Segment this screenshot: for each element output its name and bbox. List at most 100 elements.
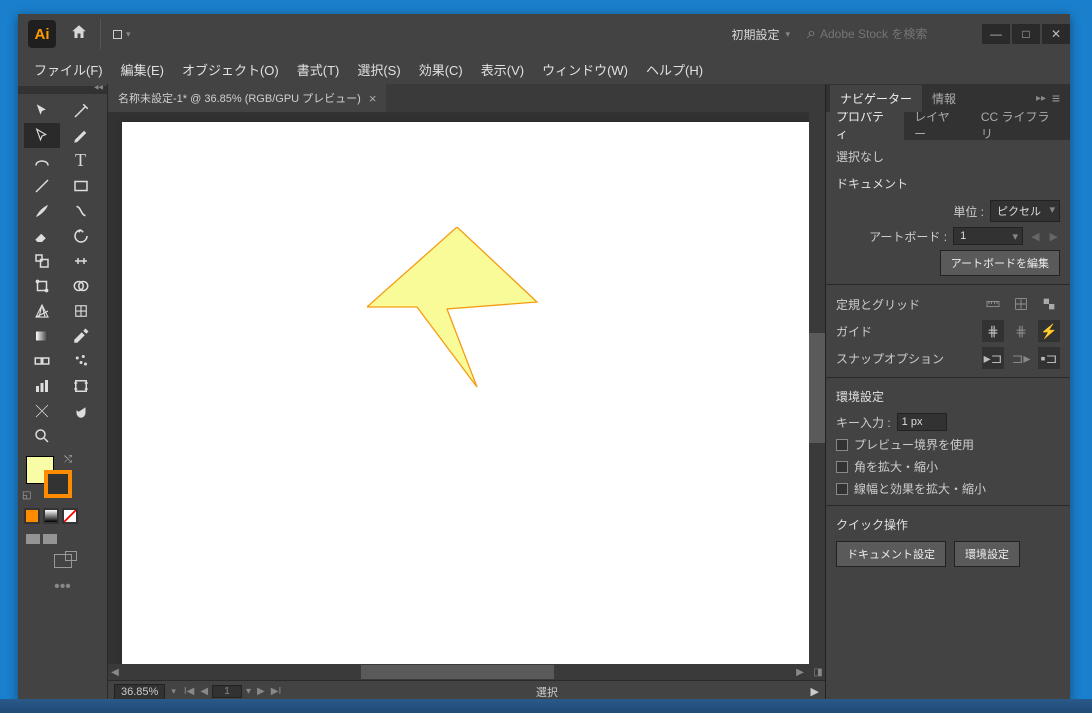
perspective-grid-tool[interactable] xyxy=(24,298,60,323)
edit-artboards-button[interactable]: アートボードを編集 xyxy=(940,250,1060,276)
ruler-icon[interactable] xyxy=(982,293,1004,315)
chk-scale-strokes[interactable]: 線幅と効果を拡大・縮小 xyxy=(836,480,1060,497)
color-mode-gradient[interactable] xyxy=(43,508,59,524)
units-select[interactable]: ピクセル xyxy=(990,200,1060,222)
color-mode-solid[interactable] xyxy=(24,508,40,524)
smart-guides-icon[interactable]: ⚡ xyxy=(1038,320,1060,342)
scale-tool[interactable] xyxy=(24,248,60,273)
guides-lock-icon[interactable]: ⋕ xyxy=(1010,320,1032,342)
horizontal-scrollbar[interactable]: ◀▶◨ xyxy=(108,664,825,680)
minimize-button[interactable]: — xyxy=(982,24,1010,44)
next-artboard-nav[interactable]: ▶ xyxy=(1048,230,1060,243)
screen-mode-icon-2[interactable] xyxy=(43,534,57,544)
menu-view[interactable]: 表示(V) xyxy=(473,56,532,83)
stock-search[interactable]: ⌕ xyxy=(800,21,980,47)
artboard-select[interactable]: 1 xyxy=(953,227,1023,245)
menu-help[interactable]: ヘルプ(H) xyxy=(638,56,711,83)
slice-tool[interactable] xyxy=(24,398,60,423)
close-tab-icon[interactable]: × xyxy=(369,91,377,106)
document-tab[interactable]: 名称未設定-1* @ 36.85% (RGB/GPU プレビュー) × xyxy=(108,84,386,112)
key-input-field[interactable] xyxy=(897,413,947,431)
fill-stroke-swatch[interactable]: ⤭ ◱ xyxy=(18,456,107,484)
eyedropper-tool[interactable] xyxy=(63,323,99,348)
hand-tool[interactable] xyxy=(63,398,99,423)
tab-info[interactable]: 情報 xyxy=(922,85,966,112)
zoom-dropdown-icon[interactable]: ▾ xyxy=(171,686,176,697)
chk-preview-bounds[interactable]: プレビュー境界を使用 xyxy=(836,436,1060,453)
artboard-number-input[interactable]: 1 xyxy=(212,685,242,698)
selection-tool[interactable] xyxy=(24,98,60,123)
grid-icon[interactable] xyxy=(1010,293,1032,315)
rectangle-tool[interactable] xyxy=(63,173,99,198)
chk-scale-corners[interactable]: 角を拡大・縮小 xyxy=(836,458,1060,475)
prev-artboard-icon[interactable]: ◀ xyxy=(198,686,210,697)
snap-grid-icon[interactable]: ⊐▸ xyxy=(1010,347,1032,369)
search-input[interactable] xyxy=(820,27,973,41)
blend-tool[interactable] xyxy=(24,348,60,373)
menu-object[interactable]: オブジェクト(O) xyxy=(174,56,287,83)
arrange-documents-icon[interactable]: ▾ xyxy=(113,29,131,40)
snap-label: スナップオプション xyxy=(836,350,976,367)
tools-collapse[interactable] xyxy=(18,86,107,94)
shaper-tool[interactable] xyxy=(63,198,99,223)
curvature-tool[interactable] xyxy=(24,148,60,173)
color-mode-none[interactable] xyxy=(62,508,78,524)
vertical-scrollbar[interactable] xyxy=(809,112,825,664)
status-menu-icon[interactable]: ▶ xyxy=(811,685,819,698)
tab-navigator[interactable]: ナビゲーター xyxy=(830,85,922,112)
edit-toolbar[interactable]: ••• xyxy=(18,578,107,596)
column-graph-tool[interactable] xyxy=(24,373,60,398)
guides-show-icon[interactable]: ⋕ xyxy=(982,320,1004,342)
gradient-tool[interactable] xyxy=(24,323,60,348)
star-shape[interactable] xyxy=(367,227,567,427)
line-tool[interactable] xyxy=(24,173,60,198)
maximize-button[interactable]: □ xyxy=(1012,24,1040,44)
screen-mode-icon[interactable] xyxy=(26,534,40,544)
paintbrush-tool[interactable] xyxy=(24,198,60,223)
last-artboard-icon[interactable]: ▶I xyxy=(269,686,283,697)
preferences-button[interactable]: 環境設定 xyxy=(954,541,1020,567)
next-artboard-icon[interactable]: ▶ xyxy=(255,686,267,697)
menu-window[interactable]: ウィンドウ(W) xyxy=(534,56,636,83)
panel-menu-icon[interactable]: ≡ xyxy=(1046,90,1066,106)
type-tool[interactable]: T xyxy=(63,148,99,173)
shape-builder-tool[interactable] xyxy=(63,273,99,298)
menu-file[interactable]: ファイル(F) xyxy=(26,56,111,83)
document-setup-button[interactable]: ドキュメント設定 xyxy=(836,541,946,567)
rotate-tool[interactable] xyxy=(63,223,99,248)
prev-artboard-nav[interactable]: ◀ xyxy=(1029,230,1041,243)
free-transform-tool[interactable] xyxy=(24,273,60,298)
empty xyxy=(63,423,99,448)
workspace-switcher[interactable]: 初期設定 ▾ xyxy=(721,22,800,47)
width-tool[interactable] xyxy=(63,248,99,273)
eraser-tool[interactable] xyxy=(24,223,60,248)
document-tab-title: 名称未設定-1* @ 36.85% (RGB/GPU プレビュー) xyxy=(118,90,361,106)
menu-type[interactable]: 書式(T) xyxy=(289,56,348,83)
artboard[interactable] xyxy=(122,122,812,670)
transparency-grid-icon[interactable] xyxy=(1038,293,1060,315)
first-artboard-icon[interactable]: I◀ xyxy=(182,686,196,697)
zoom-level[interactable]: 36.85% xyxy=(114,684,165,700)
home-icon[interactable] xyxy=(70,23,88,46)
zoom-tool[interactable] xyxy=(24,423,60,448)
pen-tool[interactable] xyxy=(63,123,99,148)
mesh-tool[interactable] xyxy=(63,298,99,323)
menu-select[interactable]: 選択(S) xyxy=(349,56,408,83)
collapse-panel-icon[interactable]: ▸▸ xyxy=(1036,93,1046,104)
swap-fill-stroke-icon[interactable]: ⤭ xyxy=(64,454,72,465)
direct-selection-tool[interactable] xyxy=(24,123,60,148)
canvas[interactable]: ◀▶◨ xyxy=(108,112,825,680)
symbol-sprayer-tool[interactable] xyxy=(63,348,99,373)
snap-point-icon[interactable]: ▸⊐ xyxy=(982,347,1004,369)
snap-pixel-icon[interactable]: ▪⊐ xyxy=(1038,347,1060,369)
artboard-tool[interactable] xyxy=(63,373,99,398)
menu-effect[interactable]: 効果(C) xyxy=(411,56,471,83)
draw-mode-icon[interactable] xyxy=(54,554,72,568)
search-icon: ⌕ xyxy=(807,25,816,43)
menu-edit[interactable]: 編集(E) xyxy=(113,56,172,83)
magic-wand-tool[interactable] xyxy=(63,98,99,123)
right-panels: ナビゲーター 情報 ▸▸ ≡ プロパティ レイヤー CC ライブラリ 選択なし … xyxy=(825,84,1070,702)
close-button[interactable]: ✕ xyxy=(1042,24,1070,44)
stroke-swatch[interactable] xyxy=(44,470,72,498)
default-fill-stroke-icon[interactable]: ◱ xyxy=(22,490,31,501)
